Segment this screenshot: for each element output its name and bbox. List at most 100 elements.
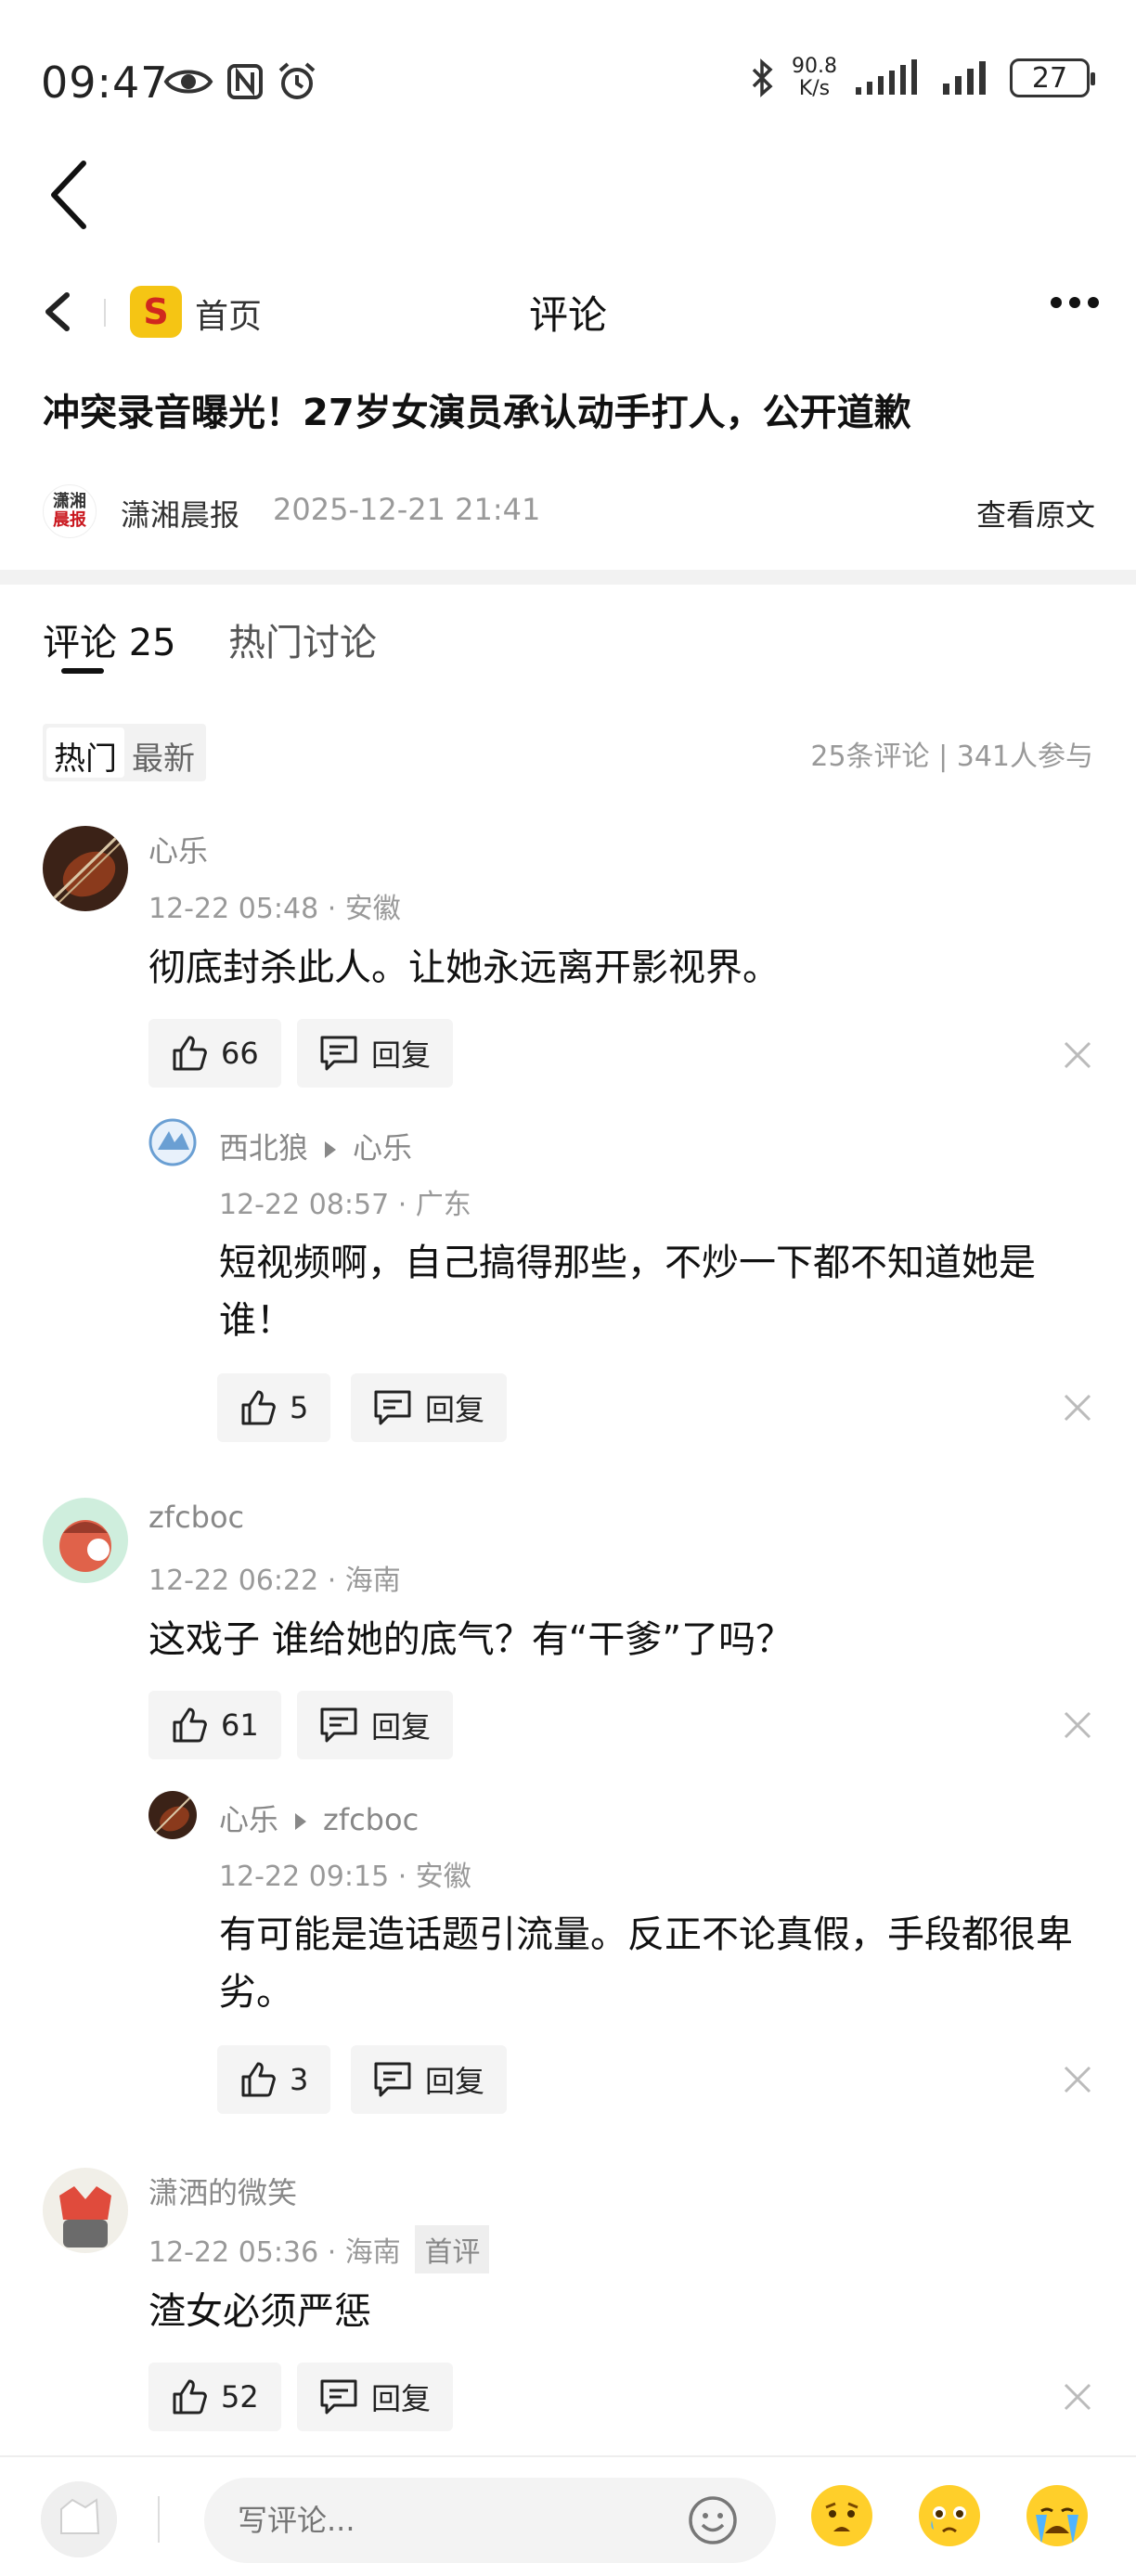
view-original-link[interactable]: 查看原文 [976,492,1095,535]
alarm-icon [278,62,316,99]
teary-emoji-icon[interactable] [919,2485,980,2546]
like-button[interactable]: 5 [217,1373,331,1442]
comment-meta: 12-22 06:22 · 海南 [148,1565,401,1597]
sort-latest-button[interactable]: 最新 [124,728,202,778]
comment-text: 渣女必须严惩 [148,2290,371,2333]
avatar[interactable] [43,1498,128,1583]
like-button[interactable]: 66 [148,1019,281,1088]
like-button[interactable]: 52 [148,2363,281,2431]
reply-button[interactable]: 回复 [297,2363,454,2431]
close-icon[interactable] [1062,1039,1093,1071]
comment-meta: 12-22 05:36 · 海南 [148,2236,401,2269]
net-speed-value: 90.8 [792,55,837,78]
reply-icon [320,1707,357,1743]
back-icon[interactable] [43,158,98,232]
like-count: 61 [221,1707,259,1743]
reply-target[interactable]: 心乐 [353,1130,412,1166]
comment-meta-line: 12-22 05:36 · 海南 首评 [148,2225,490,2273]
article-source-row: 潇湘 晨报 潇湘晨报 2025-12-21 21:41 查看原文 [0,483,1136,538]
bottom-comment-bar [0,2455,1136,2576]
comment-text: 这戏子 谁给她的底气？有“干爹”了吗？ [148,1618,794,1661]
signal-icon-sim1 [856,59,917,95]
reply-label: 回复 [371,1709,432,1745]
thumbs-up-icon [173,1707,207,1743]
close-icon[interactable] [1062,2381,1093,2413]
home-link[interactable]: 首页 [195,290,262,338]
violin-avatar-image [148,1791,197,1839]
like-count: 66 [221,1036,259,1071]
bluetooth-icon [752,58,773,97]
reply-label: 回复 [425,2064,485,2099]
reply-button[interactable]: 回复 [351,1373,508,1442]
like-count: 3 [290,2062,309,2097]
sort-row: 热门 最新 25条评论 | 341人参与 [43,724,1093,781]
like-count: 52 [221,2379,259,2415]
comment-text: 彻底封杀此人。让她永远离开影视界。 [148,947,780,989]
reply-text: 短视频啊，自己搞得那些，不炒一下都不知道她是谁！ [219,1242,1036,1342]
reply-icon [374,2062,411,2097]
reply-author-line: 心乐 zfcboc [219,1797,419,1839]
crying-emoji-icon[interactable] [1026,2485,1088,2546]
reply-meta: 12-22 08:57 · 广东 [219,1189,471,1221]
article-title[interactable]: 冲突录音曝光！27岁女演员承认动手打人，公开道歉 [43,382,911,436]
thumbs-up-icon [241,2062,276,2097]
thumbs-up-icon [173,2379,207,2415]
reply-button[interactable]: 回复 [297,1691,454,1759]
reply-label: 回复 [425,1392,485,1427]
source-name[interactable]: 潇湘晨报 [121,492,239,535]
status-icons-right: 90.8 K/s 27 [751,56,1095,100]
reply-label: 回复 [371,2381,432,2416]
status-icons-left [163,61,317,102]
close-icon[interactable] [1062,2064,1093,2095]
avatar[interactable] [43,2168,128,2253]
more-options-icon[interactable] [1051,297,1099,308]
comment-stats: 25条评论 | 341人参与 [810,741,1093,773]
avatar[interactable] [148,1791,197,1839]
reply-target[interactable]: zfcboc [323,1802,419,1837]
reply-icon [320,1036,357,1071]
reply-button[interactable]: 回复 [297,1019,454,1088]
reply-arrow-icon [295,1813,307,1830]
avatar[interactable] [148,1118,197,1166]
comment-author[interactable]: 潇洒的微笑 [148,2170,297,2212]
reply-meta: 12-22 09:15 · 安徽 [219,1861,471,1893]
close-icon[interactable] [1062,1709,1093,1741]
first-comment-badge: 首评 [415,2225,490,2273]
fox-avatar-image [43,2168,128,2253]
status-bar: 09:47 90.8 K/s 27 [0,0,1136,139]
user-avatar[interactable] [41,2481,117,2557]
reply-icon [374,1390,411,1425]
comment-author[interactable]: zfcboc [148,1500,244,1535]
comments-nav-bar: 评论 S 首页 [0,278,1136,343]
like-count: 5 [290,1390,309,1425]
reply-author[interactable]: 西北狼 [219,1130,308,1166]
thumbs-up-icon [173,1036,207,1071]
close-icon[interactable] [1062,1392,1093,1423]
emoji-picker-icon[interactable] [687,2494,739,2546]
avatar[interactable] [43,826,128,911]
signal-icon-sim2 [943,61,986,95]
like-button[interactable]: 3 [217,2045,331,2114]
comment-author[interactable]: 心乐 [148,828,208,870]
publish-date: 2025-12-21 21:41 [273,492,541,527]
cartoon-avatar-image [43,1498,128,1583]
reply-button[interactable]: 回复 [351,2045,508,2114]
status-time: 09:47 [41,58,169,108]
tab-hot-discussion[interactable]: 热门讨论 [228,612,377,666]
tab-comments[interactable]: 评论 25 [43,612,176,666]
sort-toggle: 热门 最新 [43,724,206,781]
source-logo[interactable]: 潇湘 晨报 [43,484,97,538]
like-button[interactable]: 61 [148,1691,281,1759]
wolf-avatar-image [148,1118,197,1166]
reply-author-line: 西北狼 心乐 [219,1125,412,1167]
sort-hot-button[interactable]: 热门 [46,728,124,778]
chevron-left-icon[interactable] [41,291,74,332]
worried-emoji-icon[interactable] [811,2485,872,2546]
reply-author[interactable]: 心乐 [219,1802,278,1837]
network-speed: 90.8 K/s [792,56,837,100]
app-logo-icon[interactable]: S [130,286,182,338]
source-logo-line1: 潇湘 [53,492,86,511]
source-logo-line2: 晨报 [53,510,86,530]
reply-text: 有可能是造话题引流量。反正不论真假，手段都很卑劣。 [219,1913,1073,2014]
default-avatar-icon [41,2481,117,2557]
